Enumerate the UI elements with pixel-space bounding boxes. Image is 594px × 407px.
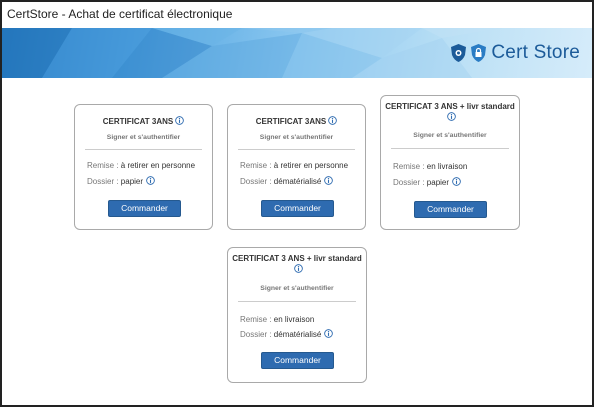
dossier-value: dématérialisé (273, 177, 322, 186)
commander-button[interactable]: Commander (261, 352, 334, 369)
remise-label: Remise : (393, 162, 425, 171)
divider (85, 149, 202, 150)
card-subtitle: Signer et s'authentifier (260, 285, 334, 292)
certstore-logo: Cert Store (451, 37, 580, 69)
commander-button[interactable]: Commander (414, 201, 487, 218)
card-title-text: CERTIFICAT 3 ANS + livr standard (385, 102, 515, 111)
card-subtitle: Signer et s'authentifier (106, 134, 181, 141)
info-icon[interactable] (324, 176, 334, 187)
remise-row: Remise : à retirer en personne (87, 161, 208, 170)
info-icon[interactable] (446, 112, 456, 124)
dossier-row: Dossier : papier (87, 176, 208, 187)
card-subtitle: Signer et s'authentifier (259, 134, 334, 141)
dossier-label: Dossier : (240, 330, 272, 339)
product-card: CERTIFICAT 3ANS Signer et s'authentifier… (74, 104, 213, 230)
product-card: CERTIFICAT 3 ANS + livr standard Signer … (227, 247, 367, 383)
header-banner: Cert Store (2, 28, 592, 78)
dossier-value: papier (426, 178, 450, 187)
logo-word-cert: Cert (491, 42, 529, 63)
dossier-row: Dossier : dématérialisé (240, 329, 362, 340)
info-icon[interactable] (293, 264, 303, 276)
card-title: CERTIFICAT 3 ANS + livr standard (381, 101, 519, 124)
info-icon[interactable] (175, 116, 185, 128)
logo-text: Cert Store (491, 42, 580, 64)
card-title-text: CERTIFICAT 3ANS (102, 117, 174, 126)
remise-value: en livraison (426, 162, 468, 171)
product-card: CERTIFICAT 3ANS Signer et s'authentifier… (227, 104, 366, 230)
commander-button[interactable]: Commander (261, 200, 334, 217)
divider (238, 301, 356, 302)
card-title: CERTIFICAT 3ANS (228, 116, 365, 128)
dossier-label: Dossier : (393, 178, 425, 187)
remise-label: Remise : (240, 315, 272, 324)
card-title-text: CERTIFICAT 3 ANS + livr standard (232, 254, 362, 263)
info-icon[interactable] (328, 116, 338, 128)
divider (391, 148, 509, 149)
dossier-label: Dossier : (87, 177, 119, 186)
remise-value: en livraison (273, 315, 315, 324)
remise-label: Remise : (87, 161, 119, 170)
card-title: CERTIFICAT 3 ANS + livr standard (228, 253, 366, 276)
info-icon[interactable] (146, 176, 155, 187)
remise-row: Remise : en livraison (240, 315, 362, 324)
dossier-label: Dossier : (240, 177, 272, 186)
dossier-value: papier (120, 177, 144, 186)
remise-value: à retirer en personne (120, 161, 196, 170)
shield-badge-icon (451, 44, 467, 62)
commander-button[interactable]: Commander (108, 200, 181, 217)
remise-row: Remise : à retirer en personne (240, 161, 361, 170)
dossier-row: Dossier : dématérialisé (240, 176, 361, 187)
dossier-row: Dossier : papier (393, 177, 515, 188)
info-icon[interactable] (452, 177, 461, 188)
shield-lock-icon (471, 44, 487, 62)
product-card: CERTIFICAT 3 ANS + livr standard Signer … (380, 95, 520, 230)
remise-row: Remise : en livraison (393, 162, 515, 171)
remise-value: à retirer en personne (273, 161, 349, 170)
window-title: CertStore - Achat de certificat électron… (7, 7, 233, 21)
card-title-text: CERTIFICAT 3ANS (255, 117, 327, 126)
remise-label: Remise : (240, 161, 272, 170)
card-title: CERTIFICAT 3ANS (75, 116, 212, 128)
info-icon[interactable] (324, 329, 334, 340)
divider (238, 149, 355, 150)
logo-word-store: Store (533, 42, 580, 63)
app-window: CertStore - Achat de certificat électron… (0, 0, 594, 407)
dossier-value: dématérialisé (273, 330, 322, 339)
card-subtitle: Signer et s'authentifier (413, 132, 487, 139)
